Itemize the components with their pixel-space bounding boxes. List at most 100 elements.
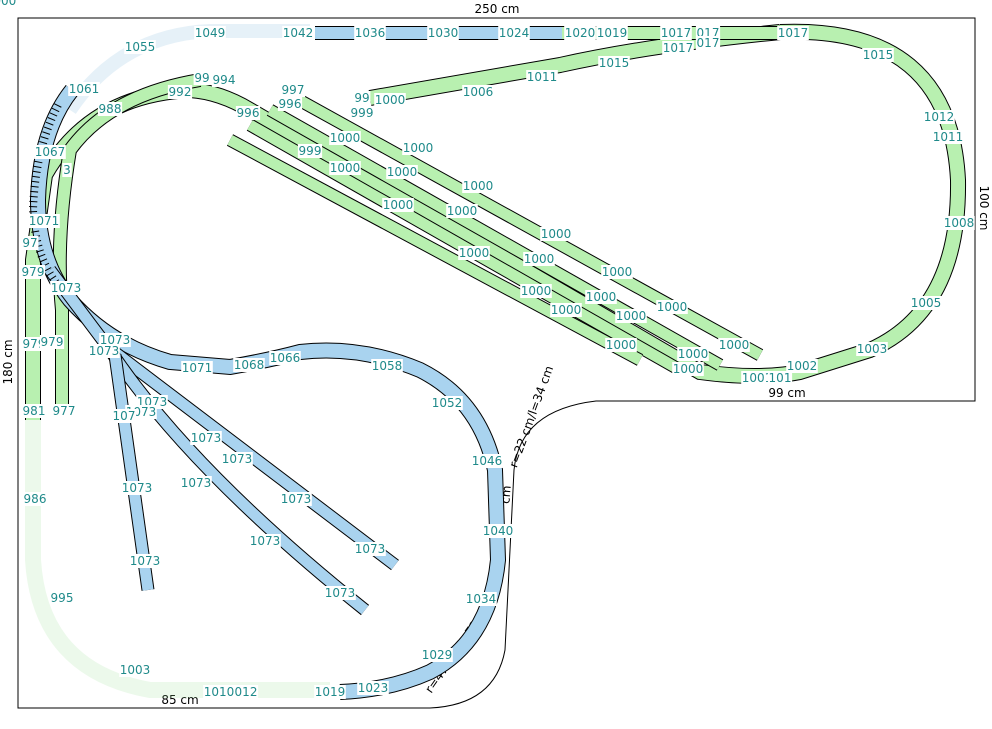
track-label-text: 1000	[606, 338, 637, 352]
track-label-text: 1017	[778, 26, 809, 40]
track-label: 999	[297, 144, 323, 158]
track-label-text: 988	[99, 102, 122, 116]
track-label-text: 1042	[283, 26, 314, 40]
track-label: 996	[277, 97, 303, 111]
track-label: 1073	[129, 554, 161, 568]
track-label-text: 1015	[863, 48, 894, 62]
track-label: 1012	[923, 110, 955, 124]
track-label: 1020	[564, 26, 596, 40]
track-label: 101	[767, 371, 793, 385]
track-label-text: 1006	[463, 85, 494, 99]
blue-left-curve	[29, 85, 507, 700]
track-label-text: 1068	[234, 358, 265, 372]
track-label: 1073	[121, 481, 153, 495]
track-label: 1066	[269, 351, 301, 365]
track-label-text: 1000	[678, 347, 709, 361]
track-label-text: 1011	[527, 70, 558, 84]
track-label-text: 996	[237, 106, 260, 120]
track-label-text: 1023	[358, 681, 389, 695]
track-label: 1073	[324, 586, 356, 600]
track-label-text: 1034	[466, 592, 497, 606]
track-label: 994	[211, 73, 237, 87]
track-label: 1058	[371, 359, 403, 373]
track-label-text: 1000	[616, 309, 647, 323]
track-label: 012	[233, 685, 259, 699]
track-label: 017	[695, 36, 721, 50]
track-label: 1042	[282, 26, 314, 40]
track-label: 1034	[465, 592, 497, 606]
track-label: 1019	[596, 26, 628, 40]
track-label: 1073	[190, 431, 222, 445]
track-label: 97	[21, 236, 39, 250]
track-label-text: 017	[697, 36, 720, 50]
track-label: 1000	[520, 284, 552, 298]
track-label: 1073	[249, 534, 281, 548]
track-label: 1061	[68, 82, 100, 96]
track-label: 1000	[718, 338, 750, 352]
track-label: 99	[193, 71, 211, 85]
track-label-text: 1058	[372, 359, 403, 373]
track-label-text: 1073	[281, 492, 312, 506]
track-label: 1024	[498, 26, 530, 40]
track-label-text: 1030	[428, 26, 459, 40]
track-label-text: 1017	[663, 41, 694, 55]
track-label-text: 997	[282, 83, 305, 97]
track-label-text: 995	[51, 591, 74, 605]
track-label: 996	[235, 106, 261, 120]
track-label: 1003	[119, 663, 151, 677]
track-label-text: 1000	[673, 362, 704, 376]
track-label: 979	[20, 265, 46, 279]
track-label: 1023	[357, 681, 389, 695]
track-label-text: 1071	[182, 361, 213, 375]
track-label-text: 1005	[911, 296, 942, 310]
track-label: 1006	[462, 85, 494, 99]
track-label: 1068	[233, 358, 265, 372]
track-label-text: 1073	[250, 534, 281, 548]
track-label: 1008	[943, 216, 975, 230]
track-label-text: 1024	[499, 26, 530, 40]
track-label: 1003	[856, 342, 888, 356]
track-label-text: 999	[299, 144, 322, 158]
track-label: 1000	[458, 246, 490, 260]
track-label: 1000	[462, 179, 494, 193]
track-label: 1049	[194, 26, 226, 40]
track-label-text: 1003	[857, 342, 888, 356]
track-label: 995	[49, 591, 75, 605]
track-label: 1000	[672, 362, 704, 376]
track-label: 992	[167, 85, 193, 99]
track-label-text: 1073	[51, 281, 82, 295]
track-label-text: 994	[213, 73, 236, 87]
track-label: 3	[62, 163, 72, 177]
track-label-text: 986	[24, 492, 47, 506]
track-label: 1000	[656, 300, 688, 314]
track-label: 107	[111, 409, 137, 423]
track-label-text: 1029	[422, 648, 453, 662]
track-label-text: 1003	[120, 663, 151, 677]
track-label-text: 1000	[375, 93, 406, 107]
track-label-text: 1000	[524, 252, 555, 266]
track-label: 988	[97, 102, 123, 116]
track-label: 1052	[431, 396, 463, 410]
track-label-text: 1000	[541, 227, 572, 241]
track-label: 1046	[471, 454, 503, 468]
track-label-text: 1049	[195, 26, 226, 40]
track-label-text: 996	[279, 97, 302, 111]
green-yard	[226, 89, 764, 376]
track-label-text: 1073	[130, 554, 161, 568]
track-label-text: 97	[22, 236, 37, 250]
track-label-text: 1000	[383, 198, 414, 212]
track-label: 1000	[402, 141, 434, 155]
track-label-text: 1000	[521, 284, 552, 298]
track-label: 1036	[354, 26, 386, 40]
track-label: 1071	[28, 214, 60, 228]
track-label-text: 1000	[403, 141, 434, 155]
dimension-right: 100 cm	[977, 185, 991, 230]
track-label: 1073	[88, 344, 120, 358]
track-label-text: 1000	[387, 165, 418, 179]
track-label: 1019	[314, 685, 346, 699]
track-label: 1017	[662, 41, 694, 55]
track-label: 1011	[932, 130, 964, 144]
track-label-text: 1055	[125, 40, 156, 54]
track-label-text: 1000	[657, 300, 688, 314]
track-label-text: 1017	[661, 26, 692, 40]
